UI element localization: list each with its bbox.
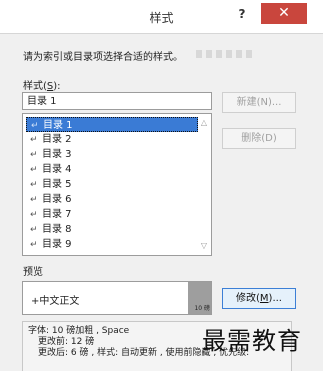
list-item-toc8[interactable]: ↵ 目录 8	[26, 222, 198, 237]
preview-box: +中文正文 10 磅	[22, 281, 212, 315]
new-button[interactable]: 新建(N)...	[222, 92, 296, 113]
list-item-label: 目录 7	[42, 209, 72, 220]
list-item-label: 目录 8	[42, 224, 72, 235]
list-item-label: 目录 2	[42, 134, 72, 145]
paragraph-mark-icon: ↵	[30, 165, 38, 175]
list-item-toc6[interactable]: ↵ 目录 6	[26, 192, 198, 207]
styles-listbox[interactable]: ↵ 目录 1 ↵ 目录 2 ↵ 目录 3 ↵ 目录 4 ↵ 目录 5 ↵ 目录 6 ↵ 目录 …	[22, 113, 212, 256]
scroll-down-icon[interactable]: ▽	[198, 240, 210, 252]
list-item-label: 目录 6	[42, 194, 72, 205]
list-item-label: 目录 4	[42, 164, 72, 175]
preview-size-label: 10 磅	[194, 305, 210, 312]
list-item-label: 目录 3	[42, 149, 72, 160]
delete-button[interactable]: 删除(D)	[222, 128, 296, 149]
list-item-toc4[interactable]: ↵ 目录 4	[26, 162, 198, 177]
title-bar: 样式 ? ✕	[0, 0, 323, 34]
list-item-label: 目录 9	[42, 239, 72, 250]
list-item-toc9[interactable]: ↵ 目录 9	[26, 237, 198, 252]
style-name-input[interactable]: 目录 1	[22, 92, 212, 110]
close-button[interactable]: ✕	[261, 3, 307, 24]
blurred-region	[196, 50, 256, 58]
paragraph-mark-icon: ↵	[30, 150, 38, 160]
styles-label: 样式(S):	[23, 81, 61, 92]
list-item-toc7[interactable]: ↵ 目录 7	[26, 207, 198, 222]
list-item-toc1[interactable]: ↵ 目录 1	[26, 117, 198, 132]
paragraph-mark-icon: ↵	[30, 195, 38, 205]
list-item-toc5[interactable]: ↵ 目录 5	[26, 177, 198, 192]
paragraph-mark-icon: ↵	[30, 180, 38, 190]
paragraph-mark-icon: ↵	[30, 210, 38, 220]
help-button[interactable]: ?	[234, 7, 250, 21]
instruction-text: 请为索引或目录项选择合适的样式。	[23, 52, 183, 63]
preview-label: 预览	[23, 267, 43, 278]
paragraph-mark-icon: ↵	[30, 240, 38, 250]
list-item-toc3[interactable]: ↵ 目录 3	[26, 147, 198, 162]
watermark-text: 最需教育	[202, 327, 302, 355]
scroll-up-icon[interactable]: △	[198, 117, 210, 129]
list-item-label: 目录 1	[43, 120, 73, 131]
preview-text: +中文正文	[31, 296, 80, 307]
list-item-toc2[interactable]: ↵ 目录 2	[26, 132, 198, 147]
paragraph-mark-icon: ↵	[30, 135, 38, 145]
listbox-scrollbar[interactable]: △ ▽	[198, 115, 210, 254]
paragraph-mark-icon: ↵	[30, 225, 38, 235]
list-item-label: 目录 5	[42, 179, 72, 190]
modify-button[interactable]: 修改(M)...	[222, 288, 296, 309]
